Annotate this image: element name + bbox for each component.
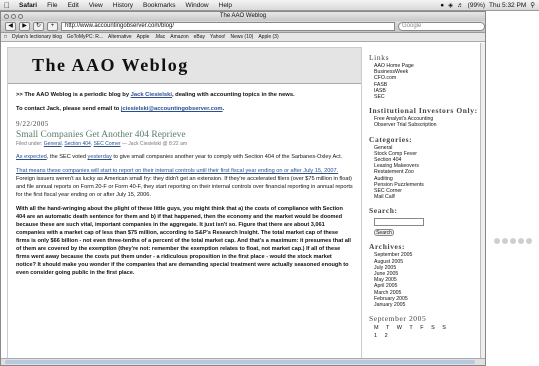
forward-button[interactable]: ▶ [19, 22, 30, 31]
sidebar-search-input[interactable] [374, 218, 424, 227]
sidebar-link[interactable]: Observer Trial Subscription [374, 122, 483, 128]
app-menu-safari[interactable]: Safari [14, 2, 42, 9]
window-title: The AAO Weblog [219, 13, 267, 19]
categories-heading: Categories: [369, 134, 413, 144]
bookmark-item[interactable]: Apple [137, 34, 150, 40]
blog-banner: The AAO Weblog [8, 48, 361, 84]
paragraph-2: That means these companies will start to… [16, 167, 353, 199]
calendar-heading: September 2005 [369, 314, 427, 324]
sidebar-search-button[interactable]: Search [374, 229, 394, 237]
investors-list: Free Analyst's Accounting Observer Trial… [369, 116, 483, 128]
contact-text: To contact Jack, please send email to [16, 106, 121, 112]
bookmark-item[interactable]: News (10) [231, 34, 254, 40]
yesterday-link[interactable]: yesterday [88, 154, 112, 160]
search-field[interactable]: Google [398, 22, 485, 31]
menu-view[interactable]: View [84, 2, 108, 9]
intro-text: , dealing with accounting topics in the … [171, 92, 295, 98]
paragraph-1: As expected, the SEC voted yesterday to … [16, 153, 353, 161]
title-bar: The AAO Weblog [1, 12, 485, 21]
horizontal-scrollbar[interactable] [1, 358, 485, 365]
links-heading: Links [369, 53, 390, 62]
spotlight-icon[interactable]: ⚲ [530, 1, 535, 9]
scrollbar-thumb[interactable] [5, 360, 475, 364]
post-date: 9/22/2005 [16, 120, 49, 128]
categories-list: General Stock Comp Fever Section 404 Lea… [369, 145, 483, 201]
menu-window[interactable]: Window [181, 2, 214, 9]
menu-file[interactable]: File [42, 2, 62, 9]
dot [518, 238, 524, 244]
bookmarks-icon[interactable]: □ [4, 34, 7, 40]
search-heading: Search: [369, 206, 398, 216]
deadline-link[interactable]: That means these companies will start to… [16, 168, 338, 174]
author-link[interactable]: Jack Ciesielski [131, 92, 172, 98]
add-bookmark-button[interactable]: + [47, 22, 58, 31]
dot [510, 238, 516, 244]
post-title[interactable]: Small Companies Get Another 404 Reprieve [16, 130, 353, 140]
calendar-weekdays: M T W T F S S [374, 325, 449, 332]
vertical-scrollbar[interactable] [480, 43, 485, 359]
bookmark-item[interactable]: .Mac [154, 34, 165, 40]
blog-title: The AAO Weblog [32, 55, 189, 75]
menu-edit[interactable]: Edit [63, 2, 84, 9]
as-expected-link[interactable]: As expected [16, 154, 47, 160]
menu-help[interactable]: Help [214, 2, 237, 9]
category-link[interactable]: Section 404 [64, 141, 90, 147]
bookmark-item[interactable]: eBay [194, 34, 205, 40]
sync-icon[interactable]: ● [440, 2, 444, 9]
battery-status[interactable]: (99%) [468, 2, 485, 9]
volume-icon[interactable]: ♬ [457, 2, 464, 9]
paragraph-text: Foreign issuers weren't as lucky as Amer… [16, 176, 353, 198]
blog-intro: >> The AAO Weblog is a periodic blog by … [16, 92, 353, 98]
filed-label: Filed under: [16, 141, 44, 147]
wifi-icon[interactable]: ◈ [448, 1, 453, 9]
bookmark-item[interactable]: Yahoo! [210, 34, 225, 40]
intro-text: >> The AAO Weblog is a periodic blog by [16, 92, 131, 98]
sidebar-link[interactable]: SEC [374, 94, 483, 100]
page-content: The AAO Weblog >> The AAO Weblog is a pe… [1, 43, 485, 359]
contact-text: . [222, 106, 225, 112]
dot [526, 238, 532, 244]
paragraph-text: , the SEC voted [46, 154, 88, 160]
bookmark-item[interactable]: Apple (3) [258, 34, 278, 40]
bookmark-item[interactable]: GoToMyPC: R... [67, 34, 103, 40]
investors-heading: Institutional Investors Only: [369, 106, 478, 116]
dot [502, 238, 508, 244]
menu-bookmarks[interactable]: Bookmarks [138, 2, 181, 9]
category-link[interactable]: SEC Corner [94, 141, 121, 147]
bookmark-item[interactable]: Amazon [170, 34, 188, 40]
bookmark-item[interactable]: Alternative [108, 34, 132, 40]
contact-line: To contact Jack, please send email to jc… [16, 106, 353, 112]
email-link[interactable]: jciesielski@accountingobserver.com [121, 106, 223, 112]
blog-main: The AAO Weblog >> The AAO Weblog is a pe… [7, 47, 362, 359]
address-bar[interactable]: http://www.accountingobserver.com/blog/ [61, 22, 395, 31]
paragraph-text: to give small companies another year to … [111, 154, 343, 160]
bookmarks-bar: □ Dylan's lectionary blog GoToMyPC: R...… [1, 33, 485, 42]
bookmark-item[interactable]: Dylan's lectionary blog [12, 34, 62, 40]
sidebar: Links AAO Home Page BusinessWeek CFO.com… [369, 47, 483, 359]
menu-bar:  Safari File Edit View History Bookmark… [0, 0, 539, 11]
toolbar: ◀ ▶ ↻ + http://www.accountingobserver.co… [1, 21, 485, 33]
apple-menu-icon[interactable]:  [0, 1, 14, 10]
paragraph-3: With all the hand-wringing about the pli… [16, 206, 351, 276]
calendar-row[interactable]: 1 2 [369, 333, 483, 339]
links-list: AAO Home Page BusinessWeek CFO.com FASB … [369, 63, 483, 100]
archives-list: September 2005 August 2005 July 2005 Jun… [369, 252, 483, 308]
post-author: — Jack Ciesielski @ 8:22 am [120, 141, 188, 147]
archives-heading: Archives: [369, 242, 406, 252]
dot [494, 238, 500, 244]
decorative-dots [494, 238, 532, 244]
category-link[interactable]: General [44, 141, 62, 147]
menu-history[interactable]: History [108, 2, 138, 9]
post-meta: Filed under: General, Section 404, SEC C… [16, 141, 353, 147]
archive-item[interactable]: January 2005 [374, 302, 483, 308]
url-text: http://www.accountingobserver.com/blog/ [65, 23, 175, 29]
browser-window: The AAO Weblog ◀ ▶ ↻ + http://www.accoun… [0, 11, 486, 366]
category-item[interactable]: Mail Call! [374, 194, 483, 200]
back-button[interactable]: ◀ [5, 22, 16, 31]
clock[interactable]: Thu 5:32 PM [489, 2, 526, 9]
reload-button[interactable]: ↻ [33, 22, 44, 31]
